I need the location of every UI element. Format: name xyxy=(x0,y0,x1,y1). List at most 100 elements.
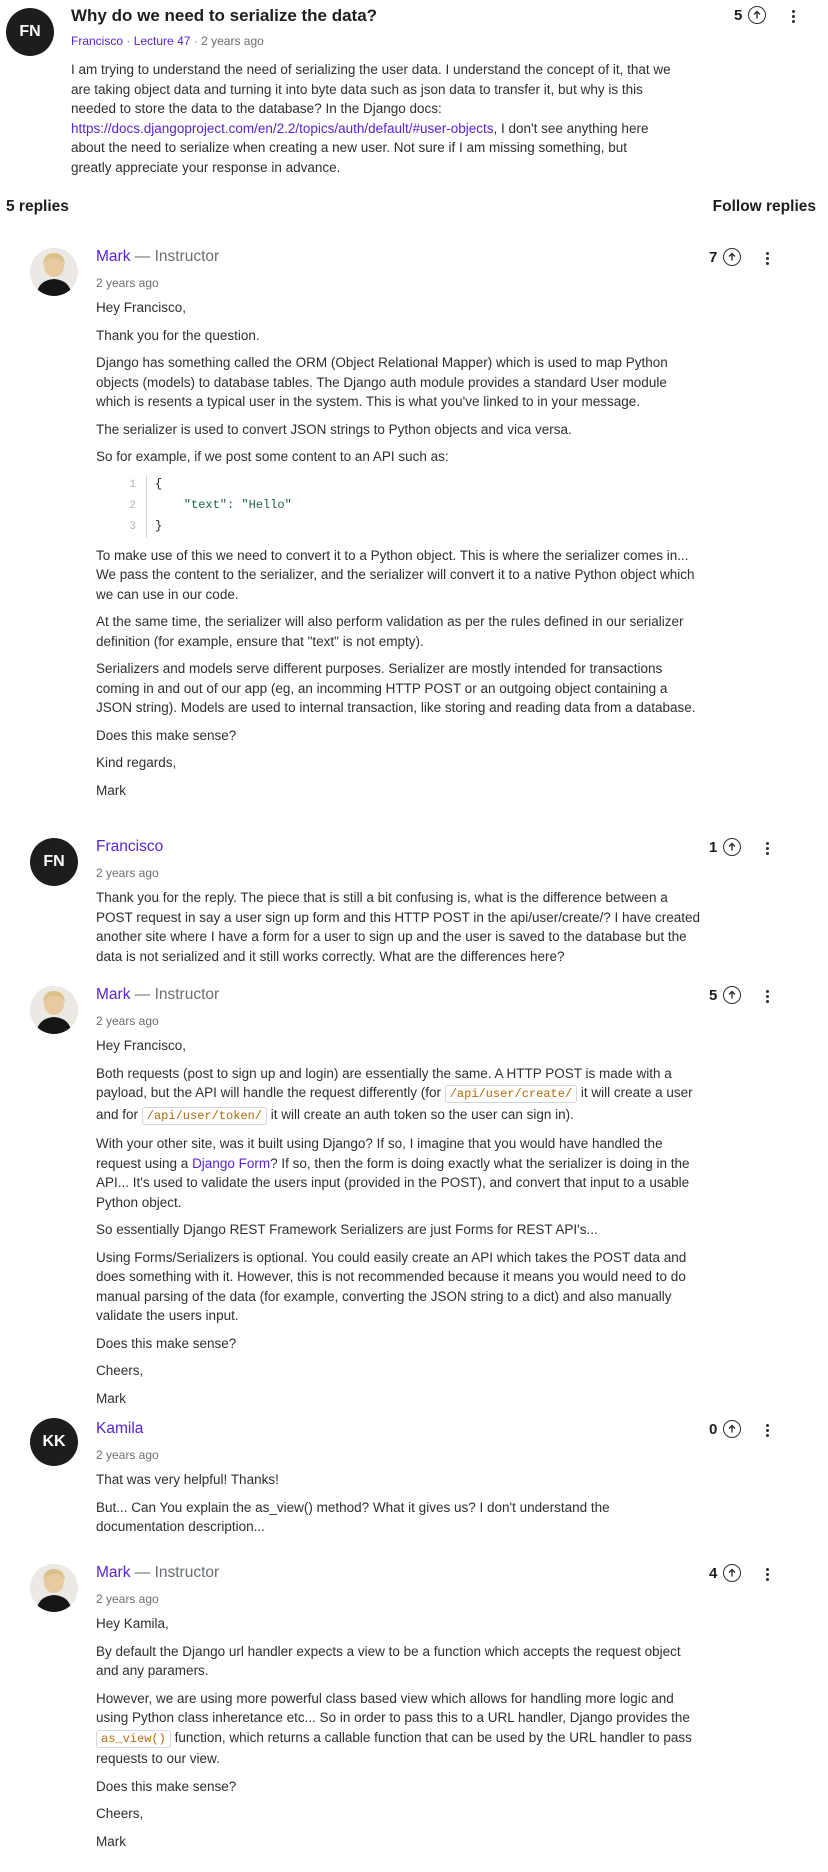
paragraph: Mark xyxy=(96,1833,126,1849)
arrow-up-icon[interactable] xyxy=(723,1420,742,1438)
reply-time: 2 years ago xyxy=(96,866,159,880)
avatar[interactable]: FN xyxy=(6,8,54,56)
question-body: I am trying to understand the need of se… xyxy=(71,60,671,177)
author-link[interactable]: Francisco xyxy=(96,838,163,855)
paragraph: Serializers and models serve different p… xyxy=(96,661,696,715)
question-text: I am trying to understand the need of se… xyxy=(71,62,671,116)
follow-replies-button[interactable]: Follow replies xyxy=(713,198,816,216)
upvote-control: 7 xyxy=(709,248,742,266)
inline-code: as_view() xyxy=(96,1729,171,1748)
vote-count: 5 xyxy=(734,6,743,24)
paragraph: Cheers, xyxy=(96,1806,144,1821)
paragraph: So for example, if we post some content … xyxy=(96,449,449,464)
reply-time: 2 years ago xyxy=(96,1592,159,1606)
meta-separator: · xyxy=(126,34,134,48)
code-string: "Hello" xyxy=(241,498,292,513)
paragraph: Kind regards, xyxy=(96,755,177,770)
author-link[interactable]: Mark xyxy=(96,986,130,1003)
paragraph: So essentially Django REST Framework Ser… xyxy=(96,1222,598,1237)
arrow-up-icon[interactable] xyxy=(723,248,742,266)
line-number: 1 xyxy=(110,474,147,496)
paragraph: To make use of this we need to convert i… xyxy=(96,547,695,602)
code-text: "text": "Hello" xyxy=(147,496,292,516)
upvote-control: 5 xyxy=(709,986,742,1004)
author-role: — Instructor xyxy=(130,1564,220,1581)
more-options-icon[interactable] xyxy=(792,8,796,25)
code-line: 3} xyxy=(110,516,701,538)
avatar[interactable]: FN xyxy=(30,838,78,886)
paragraph: By default the Django url handler expect… xyxy=(96,1643,681,1679)
vote-count: 0 xyxy=(709,1420,718,1438)
reply-time: 2 years ago xyxy=(96,1014,159,1028)
question-meta: Francisco · Lecture 47 · 2 years ago xyxy=(71,34,264,48)
paragraph-text: However, we are using more powerful clas… xyxy=(96,1690,690,1726)
inline-code: /api/user/token/ xyxy=(141,1106,267,1125)
author-link[interactable]: Mark xyxy=(96,1564,130,1581)
line-number: 3 xyxy=(110,516,147,538)
author-role: — Instructor xyxy=(130,248,220,265)
reply-body: Hey Francisco, Both requests (post to si… xyxy=(96,1036,701,1416)
vote-count: 1 xyxy=(709,838,718,856)
reply-author: Kamila xyxy=(96,1420,143,1438)
avatar[interactable] xyxy=(30,248,78,296)
paragraph: Django has something called the ORM (Obj… xyxy=(96,355,668,409)
more-options-icon[interactable] xyxy=(766,250,770,267)
reply-author: Mark — Instructor xyxy=(96,1564,219,1582)
paragraph-text: function, which returns a callable funct… xyxy=(96,1729,692,1767)
replies-count: 5 replies xyxy=(6,198,69,215)
more-options-icon[interactable] xyxy=(766,1566,770,1583)
paragraph: Using Forms/Serializers is optional. You… xyxy=(96,1249,687,1324)
reply-author: Mark — Instructor xyxy=(96,248,219,266)
paragraph: Thank you for the question. xyxy=(96,327,260,343)
upvote-control: 1 xyxy=(709,838,742,856)
author-role: — Instructor xyxy=(130,986,220,1003)
paragraph: Does this make sense? xyxy=(96,727,237,743)
avatar[interactable] xyxy=(30,1564,78,1612)
upvote-control: 5 xyxy=(734,6,767,24)
vote-count: 4 xyxy=(709,1564,718,1582)
reply-time: 2 years ago xyxy=(96,1448,159,1462)
author-link[interactable]: Francisco xyxy=(71,34,123,48)
docs-link[interactable]: https://docs.djangoproject.com/en/2.2/to… xyxy=(71,121,494,136)
django-form-link[interactable]: Django Form xyxy=(192,1156,270,1171)
paragraph: With your other site, was it built using… xyxy=(96,1134,701,1212)
author-link[interactable]: Mark xyxy=(96,248,130,265)
vote-count: 7 xyxy=(709,248,718,266)
more-options-icon[interactable] xyxy=(766,988,770,1005)
upvote-control: 0 xyxy=(709,1420,742,1438)
reply-author: Francisco xyxy=(96,838,163,856)
paragraph: Both requests (post to sign up and login… xyxy=(96,1064,701,1127)
paragraph: Mark xyxy=(96,1390,126,1406)
question-time: 2 years ago xyxy=(201,34,264,48)
paragraph: At the same time, the serializer will al… xyxy=(96,614,684,649)
arrow-up-icon[interactable] xyxy=(723,838,742,856)
paragraph: Hey Francisco, xyxy=(96,300,187,315)
more-options-icon[interactable] xyxy=(766,840,770,857)
upvote-control: 4 xyxy=(709,1564,742,1582)
code-key: "text": xyxy=(155,498,242,513)
paragraph: However, we are using more powerful clas… xyxy=(96,1689,701,1769)
avatar[interactable] xyxy=(30,986,78,1034)
code-line: 2 "text": "Hello" xyxy=(110,495,701,517)
more-options-icon[interactable] xyxy=(766,1422,770,1439)
lecture-link[interactable]: Lecture 47 xyxy=(134,34,191,48)
paragraph: Mark xyxy=(96,782,126,798)
paragraph: But... Can You explain the as_view() met… xyxy=(96,1499,610,1535)
avatar[interactable]: KK xyxy=(30,1418,78,1466)
code-line: 1{ xyxy=(110,474,701,496)
arrow-up-icon[interactable] xyxy=(723,986,742,1004)
code-block: 1{ 2 "text": "Hello" 3} xyxy=(110,474,701,538)
reply-author: Mark — Instructor xyxy=(96,986,219,1004)
paragraph: Hey Francisco, xyxy=(96,1038,187,1053)
line-number: 2 xyxy=(110,495,147,517)
reply-body: Hey Kamila, By default the Django url ha… xyxy=(96,1614,701,1859)
reply-time: 2 years ago xyxy=(96,276,159,290)
meta-separator: · xyxy=(193,34,202,48)
arrow-up-icon[interactable] xyxy=(723,1564,742,1582)
arrow-up-icon[interactable] xyxy=(748,6,767,24)
inline-code: /api/user/create/ xyxy=(444,1085,578,1103)
reply-body: Thank you for the reply. The piece that … xyxy=(96,888,701,974)
author-link[interactable]: Kamila xyxy=(96,1420,143,1437)
paragraph: Cheers, xyxy=(96,1363,144,1378)
vote-count: 5 xyxy=(709,986,718,1004)
